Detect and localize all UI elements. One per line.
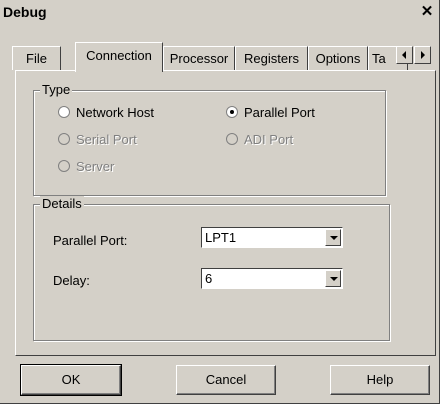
scroll-left-icon — [402, 51, 406, 59]
tab-label: Connection — [86, 48, 152, 63]
chevron-down-icon — [330, 277, 338, 281]
help-button[interactable]: Help — [330, 365, 430, 395]
close-icon[interactable]: ✕ — [418, 3, 436, 21]
debug-dialog: Debug ✕ File Connection Processor Regist… — [0, 0, 440, 404]
help-label: Help — [366, 372, 394, 387]
ok-label: OK — [61, 372, 81, 387]
title-bar[interactable]: Debug ✕ — [0, 0, 439, 25]
parallel-port-select[interactable]: LPT1 — [201, 227, 343, 248]
radio-label: Parallel Port — [244, 105, 315, 120]
radio-label: Server — [76, 159, 115, 174]
delay-select[interactable]: 6 — [201, 268, 343, 289]
scroll-right-icon — [421, 51, 425, 59]
radio-circle — [58, 160, 70, 172]
cancel-button[interactable]: Cancel — [176, 365, 276, 395]
tab-scroll-left-button[interactable] — [396, 46, 413, 64]
dropdown-button[interactable] — [325, 229, 341, 246]
ok-button[interactable]: OK — [20, 364, 122, 396]
radio-selected-dot — [230, 110, 234, 114]
chevron-down-icon — [330, 236, 338, 240]
radio-circle — [58, 133, 70, 145]
tab-options[interactable]: Options — [308, 46, 368, 70]
window-title: Debug — [3, 4, 47, 20]
radio-circle — [58, 106, 70, 118]
type-group-title: Type — [40, 82, 73, 97]
tab-label: Ta — [372, 51, 386, 66]
tab-registers[interactable]: Registers — [235, 46, 308, 70]
radio-label: Serial Port — [76, 132, 137, 147]
tab-scroll-right-button[interactable] — [414, 46, 431, 64]
radio-circle — [226, 133, 238, 145]
cancel-label: Cancel — [205, 372, 247, 387]
radio-circle — [226, 106, 238, 118]
delay-label: Delay: — [53, 273, 90, 288]
dropdown-button[interactable] — [325, 270, 341, 287]
details-group-title: Details — [40, 196, 84, 211]
tab-connection[interactable]: Connection — [75, 42, 163, 72]
tab-processor[interactable]: Processor — [163, 46, 235, 70]
tab-file[interactable]: File — [12, 46, 61, 70]
tab-label: Registers — [244, 51, 299, 66]
tab-label: File — [26, 51, 47, 66]
tab-label: Options — [315, 51, 361, 66]
radio-label: Network Host — [76, 105, 155, 120]
radio-label: ADI Port — [244, 132, 294, 147]
parallel-port-value: LPT1 — [205, 230, 237, 245]
type-groupbox: Type Network Host Parallel Port Serial P… — [33, 82, 386, 196]
parallel-port-label: Parallel Port: — [53, 233, 128, 248]
connection-panel: Type Network Host Parallel Port Serial P… — [15, 70, 436, 356]
delay-value: 6 — [205, 271, 213, 286]
details-groupbox: Details Parallel Port: LPT1 Delay: 6 — [33, 196, 390, 341]
tab-label: Processor — [169, 51, 229, 66]
